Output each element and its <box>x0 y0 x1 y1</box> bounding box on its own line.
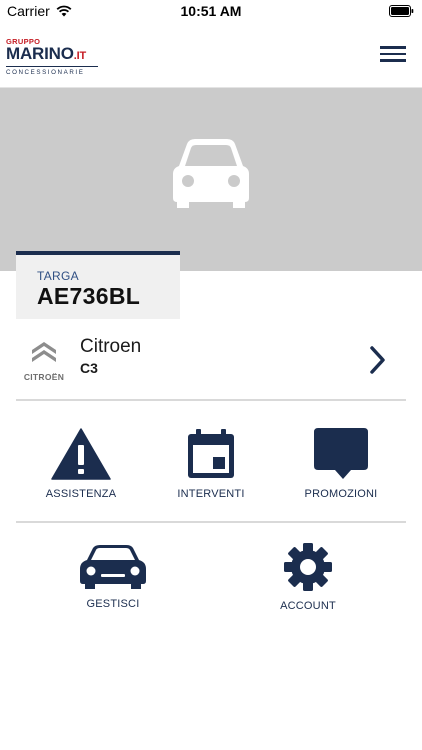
assistenza-label: ASSISTENZA <box>45 488 117 500</box>
vehicle-hero-image <box>0 88 422 271</box>
gruppo-marino-logo: GRUPPO MARINO.IT CONCESSIONARIE <box>6 38 116 78</box>
logo-suffix: .IT <box>73 50 86 62</box>
warning-icon <box>51 428 111 480</box>
gear-icon <box>284 543 332 591</box>
citroen-logo-icon: CITROËN <box>24 342 64 382</box>
divider <box>16 521 406 523</box>
hamburger-menu-button[interactable] <box>376 42 410 68</box>
promozioni-button[interactable]: PROMOZIONI <box>288 428 394 500</box>
plate-label: TARGA <box>37 269 79 283</box>
plate-card: TARGA AE736BL <box>16 251 180 319</box>
brand-logo-text: CITROËN <box>24 372 64 382</box>
plate-number: AE736BL <box>37 283 141 309</box>
logo-main-word: MARINO <box>6 44 74 63</box>
vehicle-details-row[interactable]: CITROËN Citroen C3 <box>16 326 406 398</box>
car-placeholder-icon <box>173 139 249 208</box>
status-bar: Carrier 10:51 AM <box>0 0 422 22</box>
promozioni-label: PROMOZIONI <box>304 488 378 500</box>
chat-bubble-icon <box>314 428 368 479</box>
hamburger-icon-line <box>380 59 406 62</box>
interventi-label: INTERVENTI <box>177 488 245 500</box>
interventi-button[interactable]: INTERVENTI <box>158 428 264 500</box>
battery-icon <box>389 5 414 17</box>
gestisci-button[interactable]: GESTISCI <box>60 544 166 610</box>
assistenza-button[interactable]: ASSISTENZA <box>28 428 134 500</box>
vehicle-model: C3 <box>80 360 98 376</box>
car-icon <box>80 545 146 589</box>
clock: 10:51 AM <box>180 3 242 19</box>
logo-rule <box>6 66 98 67</box>
logo-subtitle: CONCESSIONARIE <box>6 69 85 76</box>
chevron-right-icon <box>370 346 385 374</box>
calendar-icon <box>188 429 234 478</box>
gestisci-label: GESTISCI <box>86 598 140 610</box>
hamburger-icon-line <box>380 52 406 55</box>
divider <box>16 399 406 401</box>
hamburger-icon <box>380 46 406 49</box>
app-header: GRUPPO MARINO.IT CONCESSIONARIE <box>0 22 422 88</box>
vehicle-brand: Citroen <box>80 336 142 357</box>
logo-main-text: MARINO.IT <box>6 44 116 64</box>
account-button[interactable]: ACCOUNT <box>255 542 361 612</box>
account-label: ACCOUNT <box>280 600 336 612</box>
